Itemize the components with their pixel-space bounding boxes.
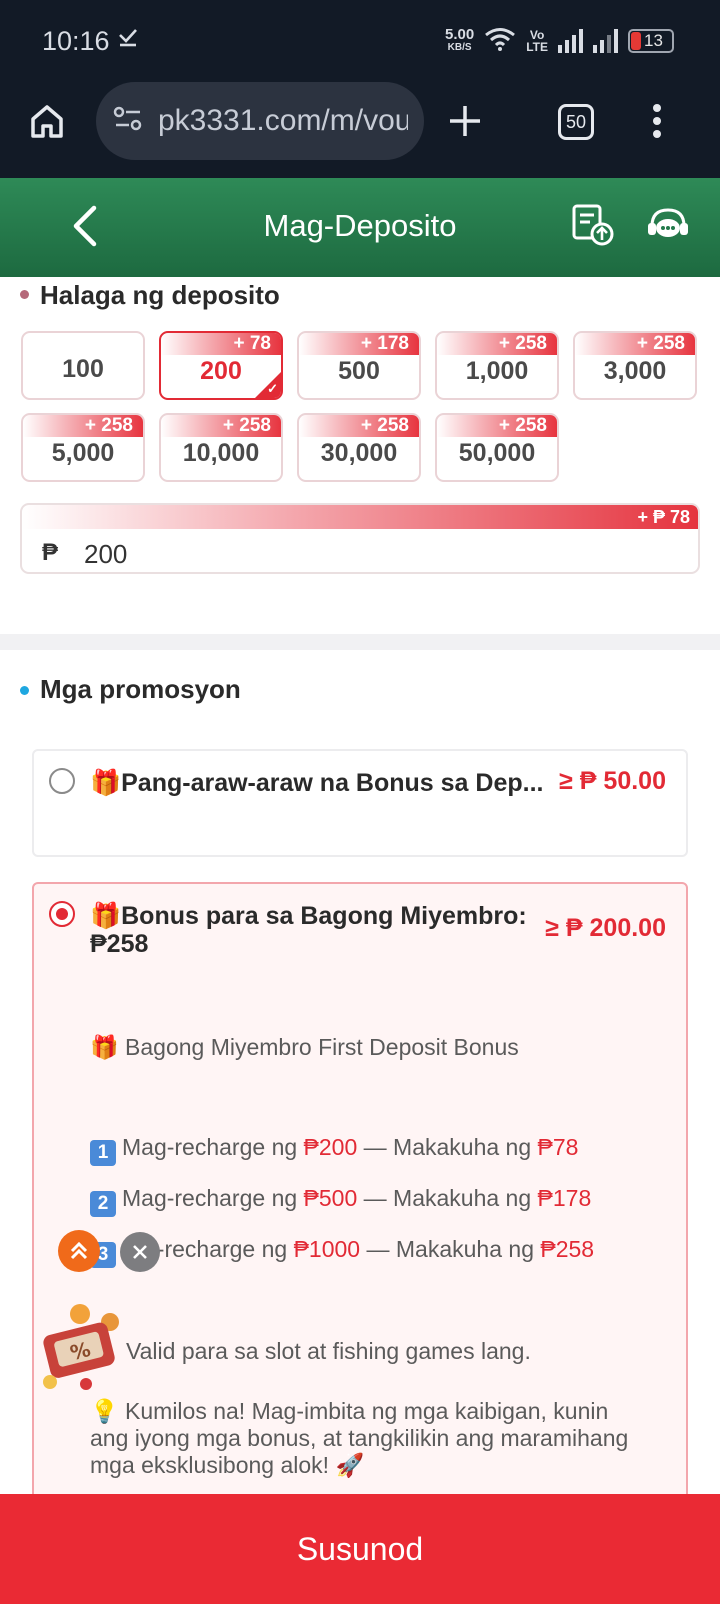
amount-bonus-badge: + 258 bbox=[575, 333, 695, 355]
keycap-two-icon: 2 bbox=[90, 1191, 116, 1217]
deposit-amount-input[interactable] bbox=[84, 539, 384, 570]
amount-value: 1,000 bbox=[465, 357, 529, 385]
promo-invite-line-1: 💡 Kumilos na! Mag-imbita ng mga kaibigan… bbox=[90, 1398, 609, 1424]
input-bonus-gradient bbox=[22, 505, 698, 529]
wifi-icon bbox=[484, 27, 516, 56]
promotions-section-title: Mga promosyon bbox=[40, 674, 241, 704]
tier-bonus: ₱258 bbox=[540, 1236, 595, 1262]
next-button[interactable]: Susunod bbox=[0, 1494, 720, 1604]
tier-bonus: ₱78 bbox=[537, 1134, 579, 1160]
deposit-section-title: Halaga ng deposito bbox=[40, 280, 280, 310]
promo-valid-note: Valid para sa slot at fishing games lang… bbox=[126, 1338, 531, 1364]
amount-bonus-badge: + 258 bbox=[161, 415, 281, 437]
network-speed: 5.00 KB/S bbox=[445, 27, 474, 54]
section-dot bbox=[20, 686, 29, 695]
promo-min-amount: ≥ ₱ 50.00 bbox=[559, 767, 666, 795]
site-settings-icon[interactable] bbox=[112, 105, 144, 138]
tier-text: Mag-recharge ng bbox=[122, 1185, 304, 1211]
section-divider bbox=[0, 634, 720, 650]
tier-text: — Makakuha ng bbox=[357, 1185, 538, 1211]
promo-invite-line-3: mga eksklusibong alok! 🚀 bbox=[90, 1452, 365, 1478]
amount-option-3000[interactable]: + 258 3,000 bbox=[573, 331, 697, 400]
status-bar: 10:16 5.00 KB/S Vo LTE 13 bbox=[0, 0, 720, 82]
amount-option-5000[interactable]: + 258 5,000 bbox=[21, 413, 145, 482]
network-speed-unit: KB/S bbox=[447, 42, 472, 53]
amount-value: 500 bbox=[338, 357, 380, 385]
promo-tier-2: 2 Mag-recharge ng ₱500 — Makakuha ng ₱178 bbox=[90, 1185, 591, 1217]
keycap-one-icon: 1 bbox=[90, 1140, 116, 1166]
amount-bonus-badge: + 258 bbox=[437, 415, 557, 437]
promo-title: 🎁Bonus para sa Bagong Miyembro: bbox=[90, 902, 527, 930]
status-time: 10:16 bbox=[42, 26, 110, 56]
tier-text: g-recharge ng bbox=[144, 1236, 294, 1262]
battery-level: 13 bbox=[644, 31, 663, 50]
promo-description-heading: 🎁 Bagong Miyembro First Deposit Bonus bbox=[90, 1034, 519, 1060]
close-icon bbox=[133, 1245, 147, 1259]
deposit-amount-field[interactable]: + ₱ 78 ₱ bbox=[20, 503, 700, 574]
tier-text: Mag-recharge ng bbox=[122, 1134, 304, 1160]
tier-amount: ₱500 bbox=[303, 1185, 358, 1211]
amount-option-1000[interactable]: + 258 1,000 bbox=[435, 331, 559, 400]
tab-switcher-button[interactable]: 50 bbox=[558, 104, 594, 140]
promo-min-amount: ≥ ₱ 200.00 bbox=[545, 914, 666, 942]
amount-bonus-badge: + 258 bbox=[23, 415, 143, 437]
amount-option-10000[interactable]: + 258 10,000 bbox=[159, 413, 283, 482]
home-icon[interactable] bbox=[28, 102, 66, 145]
amount-value: 50,000 bbox=[458, 439, 536, 467]
status-indicators: 5.00 KB/S Vo LTE 13 bbox=[445, 24, 674, 58]
amount-bonus-badge: + 78 bbox=[161, 333, 281, 355]
tier-amount: ₱1000 bbox=[293, 1236, 361, 1262]
amount-value: 100 bbox=[62, 355, 104, 383]
amount-option-200[interactable]: + 78 200 ✓ bbox=[159, 331, 283, 400]
tier-text: — Makakuha ng bbox=[357, 1134, 538, 1160]
amount-bonus-badge: + 258 bbox=[437, 333, 557, 355]
input-bonus-tag: + ₱ 78 bbox=[637, 507, 690, 527]
app-header: Mag-Deposito bbox=[0, 178, 720, 277]
promo-tier-1: 1 Mag-recharge ng ₱200 — Makakuha ng ₱78 bbox=[90, 1134, 578, 1166]
amount-bonus-badge: + 258 bbox=[299, 415, 419, 437]
volte-indicator: Vo LTE bbox=[526, 29, 548, 53]
promo-title-amount: ₱258 bbox=[90, 930, 149, 958]
promo-invite-line-2: ang iyong mga bonus, at tangkilikin ang … bbox=[90, 1425, 629, 1451]
scroll-to-top-button[interactable] bbox=[58, 1230, 100, 1272]
promo-gift-icon[interactable]: % bbox=[30, 1300, 130, 1405]
promo-card-new-member-bonus[interactable]: 🎁Bonus para sa Bagong Miyembro: ₱258 ≥ ₱… bbox=[32, 882, 688, 1522]
amount-value: 10,000 bbox=[182, 439, 260, 467]
browser-toolbar: pk3331.com/m/vou 50 bbox=[0, 82, 720, 178]
deposit-record-icon[interactable] bbox=[568, 200, 616, 253]
promo-radio[interactable] bbox=[49, 901, 75, 927]
promo-radio[interactable] bbox=[49, 768, 75, 794]
new-tab-icon[interactable] bbox=[446, 102, 484, 145]
double-chevron-up-icon bbox=[70, 1241, 88, 1260]
section-dot bbox=[20, 290, 29, 299]
tier-text: — Makakuha ng bbox=[360, 1236, 541, 1262]
amount-option-100[interactable]: 100 bbox=[21, 331, 145, 400]
amount-option-500[interactable]: + 178 500 bbox=[297, 331, 421, 400]
tier-bonus: ₱178 bbox=[537, 1185, 592, 1211]
amount-value: 5,000 bbox=[51, 439, 115, 467]
battery-icon: 13 bbox=[628, 29, 674, 53]
amount-value: 3,000 bbox=[603, 357, 667, 385]
promo-title: 🎁Pang-araw-araw na Bonus sa Dep... bbox=[90, 769, 544, 797]
more-options-icon[interactable] bbox=[650, 102, 664, 145]
customer-service-icon[interactable] bbox=[646, 206, 690, 251]
peso-icon: ₱ bbox=[42, 539, 59, 566]
volte-bottom: LTE bbox=[526, 40, 548, 54]
signal-icon-2 bbox=[593, 29, 618, 53]
amount-bonus-badge: + 178 bbox=[299, 333, 419, 355]
amount-option-30000[interactable]: + 258 30,000 bbox=[297, 413, 421, 482]
promo-card-daily-bonus[interactable]: 🎁Pang-araw-araw na Bonus sa Dep... ≥ ₱ 5… bbox=[32, 749, 688, 857]
close-floating-button[interactable] bbox=[120, 1232, 160, 1272]
check-icon: ✓ bbox=[267, 381, 278, 396]
signal-icon-1 bbox=[558, 29, 583, 53]
tier-amount: ₱200 bbox=[303, 1134, 358, 1160]
amount-option-50000[interactable]: + 258 50,000 bbox=[435, 413, 559, 482]
address-bar[interactable]: pk3331.com/m/vou bbox=[96, 82, 424, 160]
url-text[interactable]: pk3331.com/m/vou bbox=[158, 104, 408, 138]
download-done-icon bbox=[117, 26, 139, 55]
amount-value: 30,000 bbox=[320, 439, 398, 467]
promo-tier-3: 3 g-recharge ng ₱1000 — Makakuha ng ₱258 bbox=[90, 1236, 594, 1268]
